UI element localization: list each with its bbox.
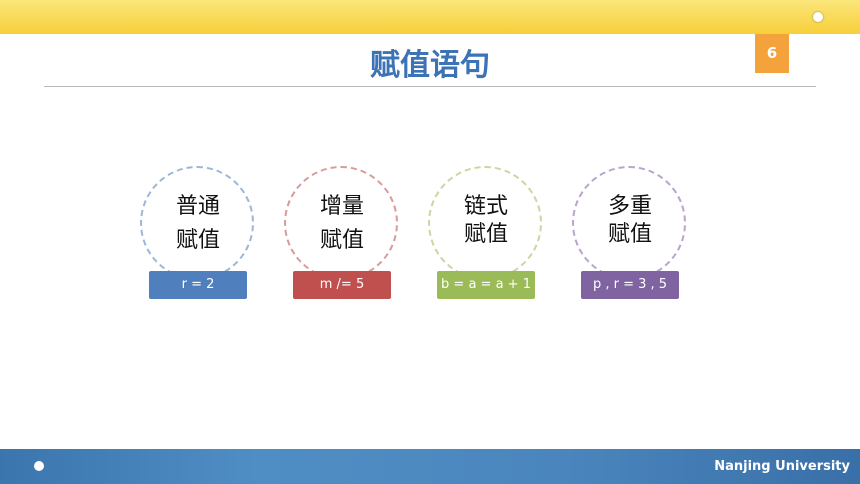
concept-multiple-assignment: 多重 赋值 p , r = 3 , 5 [571, 166, 691, 299]
concept-label-line1: 多重 [607, 194, 652, 219]
concept-chained-assignment: 链式 赋值 b = a = a + 1 [427, 166, 547, 299]
concept-label: 多重 赋值 [571, 193, 689, 249]
decorative-dot-icon [34, 461, 44, 471]
example-tag: p , r = 3 , 5 [581, 271, 679, 299]
concept-label: 链式 赋值 [427, 193, 545, 249]
concept-label: 普通 赋值 [139, 190, 257, 258]
example-tag: r = 2 [149, 271, 247, 299]
concept-label-line2: 赋值 [463, 222, 508, 247]
title-divider [44, 86, 816, 87]
concept-label-line1: 增量 [319, 194, 364, 219]
concept-label: 增量 赋值 [283, 190, 401, 258]
example-tag: b = a = a + 1 [437, 271, 535, 299]
slide: 6 赋值语句 普通 赋值 r = 2 增量 赋值 m /= 5 链式 赋值 b … [0, 0, 860, 484]
concept-augmented-assignment: 增量 赋值 m /= 5 [283, 166, 403, 299]
top-banner [0, 0, 860, 34]
concept-label-line2: 赋值 [607, 222, 652, 247]
concept-label-line1: 普通 [175, 194, 220, 219]
slide-title: 赋值语句 [370, 48, 490, 83]
decorative-dot-icon [813, 12, 823, 22]
concept-label-line2: 赋值 [175, 228, 220, 253]
footer-institution: Nanjing University [714, 459, 850, 474]
example-tag: m /= 5 [293, 271, 391, 299]
concept-plain-assignment: 普通 赋值 r = 2 [139, 166, 259, 299]
concept-label-line1: 链式 [463, 194, 508, 219]
concept-label-line2: 赋值 [319, 228, 364, 253]
